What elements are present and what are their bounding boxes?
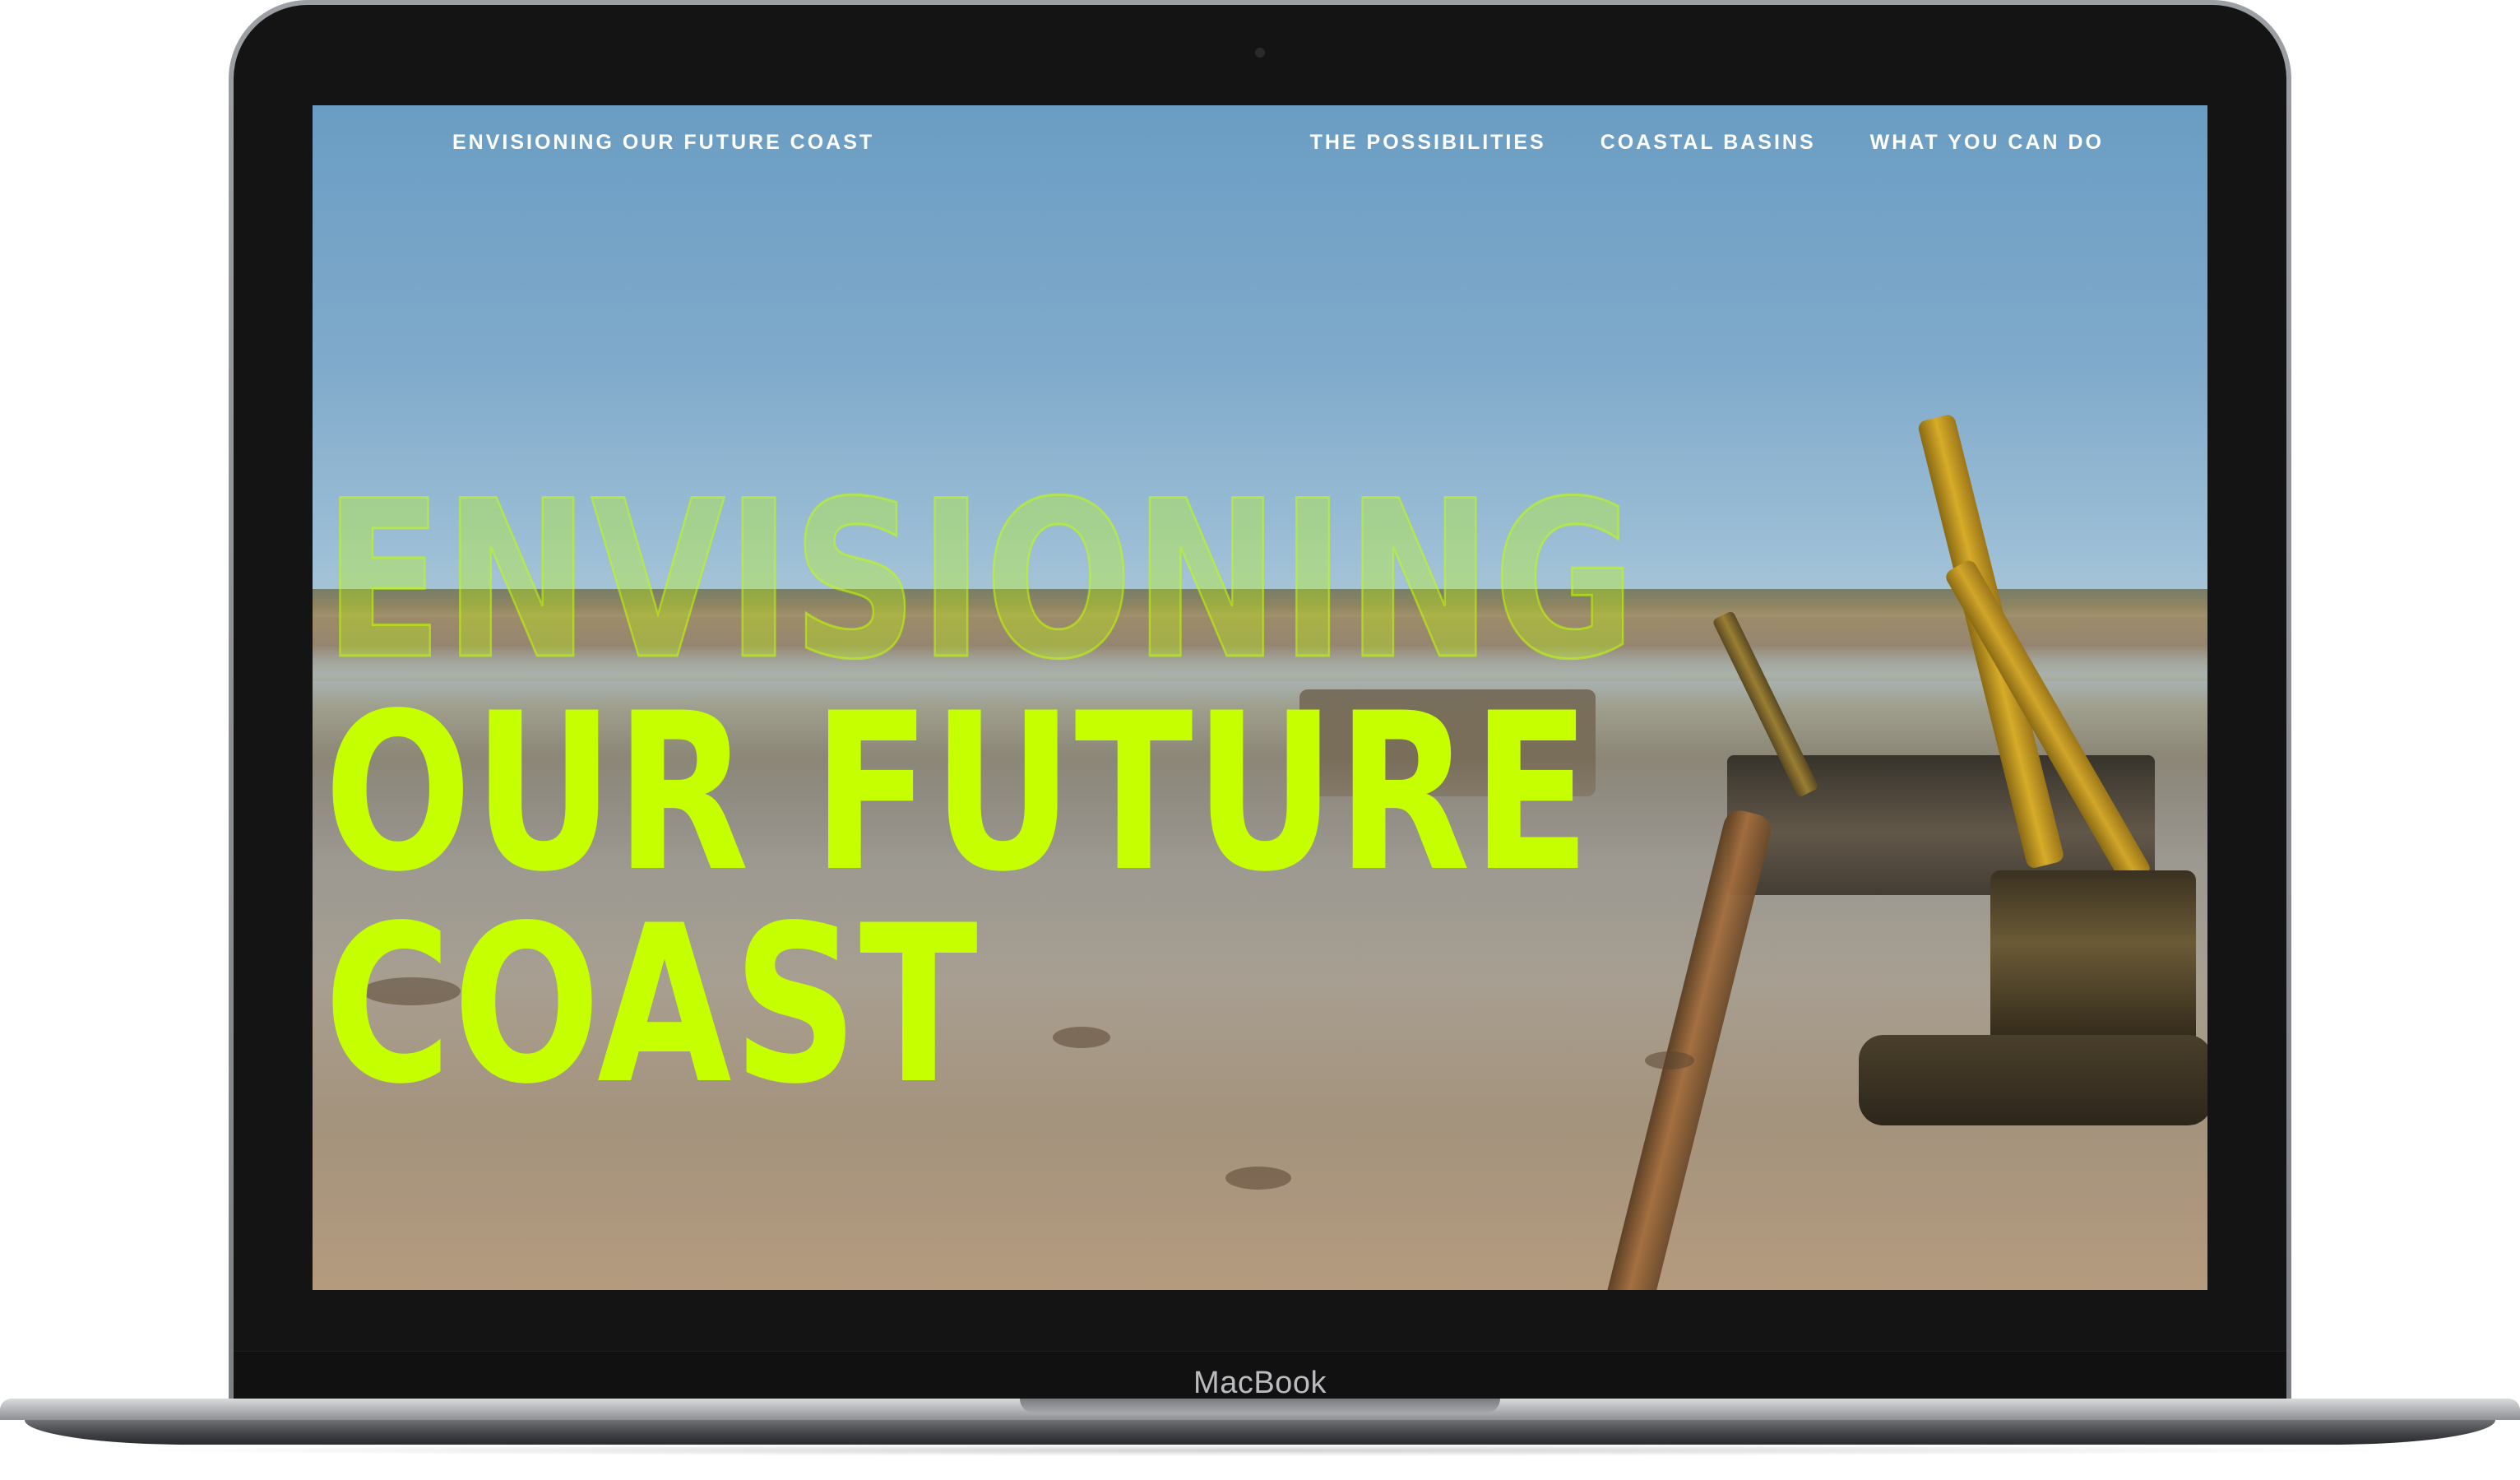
screen: ENVISIONING OUR FUTURE COAST THE POSSIBI…	[313, 105, 2207, 1290]
site-title-link[interactable]: ENVISIONING OUR FUTURE COAST	[452, 131, 874, 155]
photo-mud-spot	[1225, 1167, 1291, 1190]
photo-excavator-body	[1990, 870, 2196, 1051]
laptop-shadow	[99, 1445, 2421, 1456]
laptop-base	[0, 1399, 2520, 1456]
laptop-opening-notch	[1020, 1399, 1500, 1413]
hero-line-our-future: OUR FUTURE	[324, 667, 1592, 920]
hero-line-coast: COAST	[324, 879, 980, 1132]
camera-icon	[1255, 48, 1265, 58]
hero-line-envisioning: ENVISIONING	[323, 455, 1638, 708]
laptop-base-bottom	[25, 1420, 2495, 1445]
nav-link-the-possibilities[interactable]: THE POSSIBILITIES	[1310, 131, 1546, 155]
nav-link-what-you-can-do[interactable]: WHAT YOU CAN DO	[1870, 131, 2104, 155]
nav-link-coastal-basins[interactable]: COASTAL BASINS	[1600, 131, 1816, 155]
hero-heading: ENVISIONING OUR FUTURE COAST	[323, 455, 1965, 1132]
main-nav: THE POSSIBILITIES COASTAL BASINS WHAT YO…	[1310, 131, 2104, 155]
device-brand-label: MacBook	[1193, 1366, 1327, 1400]
site-header: ENVISIONING OUR FUTURE COAST THE POSSIBI…	[313, 105, 2207, 179]
